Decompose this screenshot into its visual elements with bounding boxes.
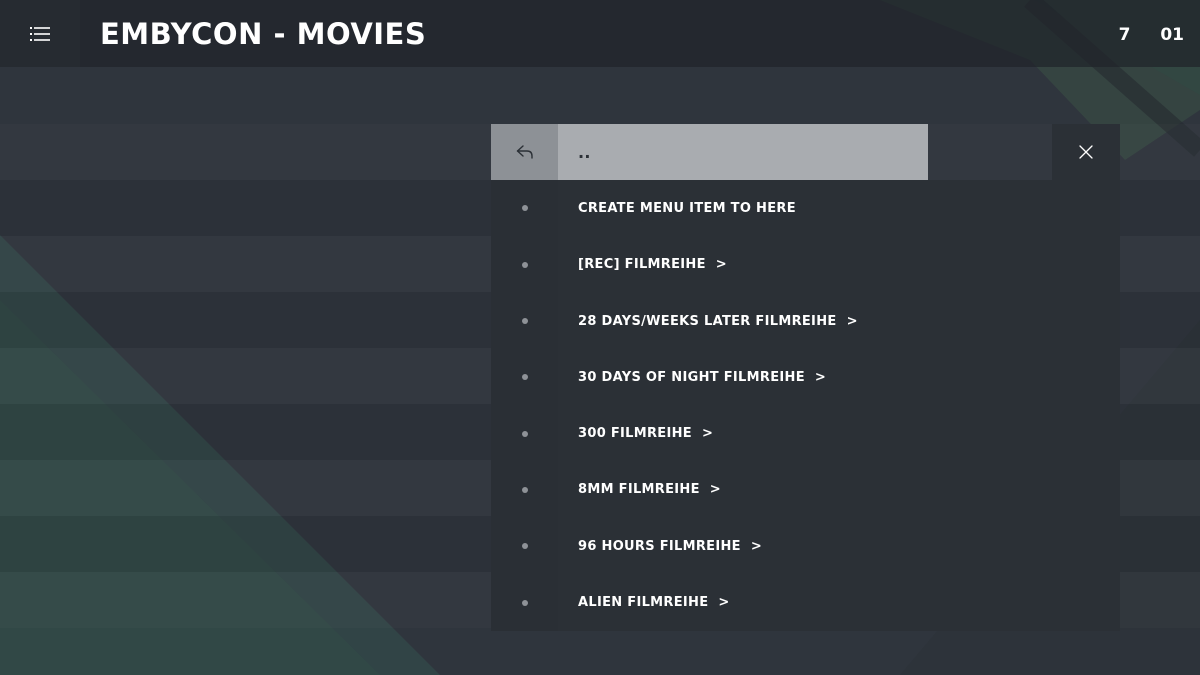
- chevron-right-icon: >: [750, 538, 763, 554]
- list-item-label: ALIEN FILMREIHE: [578, 595, 709, 611]
- list-item[interactable]: 28 DAYS/WEEKS LATER FILMREIHE >: [491, 292, 1120, 350]
- menu-button[interactable]: [0, 0, 80, 67]
- page-title: EMBYCON - MOVIES: [100, 17, 427, 51]
- list-item[interactable]: 30 DAYS OF NIGHT FILMREIHE >: [491, 349, 1120, 406]
- chevron-right-icon: >: [715, 257, 727, 273]
- clock: 7 01: [1119, 20, 1184, 50]
- parent-folder-icon-cell: [491, 124, 558, 181]
- chevron-right-icon: >: [814, 369, 827, 385]
- bullet-icon: [521, 543, 528, 550]
- list-item-label: 30 DAYS OF NIGHT FILMREIHE: [578, 369, 805, 385]
- list-item[interactable]: 96 HOURS FILMREIHE >: [491, 518, 1120, 575]
- back-arrow-icon: [516, 145, 533, 159]
- chevron-right-icon: >: [709, 482, 721, 498]
- parent-folder-row[interactable]: ..: [491, 124, 1120, 181]
- parent-folder-label: ..: [558, 124, 928, 181]
- list-item-label: 8MM FILMREIHE: [578, 482, 700, 498]
- list-item-label: 96 HOURS FILMREIHE: [578, 538, 741, 554]
- chevron-right-icon: >: [702, 426, 714, 442]
- list-item[interactable]: CREATE MENU ITEM TO HERE: [491, 180, 1120, 237]
- list-item-label: 300 FILMREIHE: [578, 426, 692, 442]
- clock-hours: 7: [1118, 25, 1131, 45]
- bullet-icon: [521, 430, 528, 437]
- close-button[interactable]: [1052, 124, 1120, 181]
- bullet-icon: [521, 261, 528, 268]
- list-item[interactable]: 300 FILMREIHE >: [491, 405, 1120, 462]
- bullet-icon: [521, 599, 528, 606]
- list-item-label: 28 DAYS/WEEKS LATER FILMREIHE: [578, 313, 837, 329]
- clock-minutes: 01: [1160, 25, 1184, 45]
- bullet-icon: [521, 318, 528, 325]
- chevron-right-icon: >: [718, 595, 730, 611]
- bullet-icon: [521, 205, 528, 212]
- list-icon: [30, 26, 50, 41]
- close-icon: [1079, 145, 1093, 159]
- screen: EMBYCON - MOVIES 7 01 .. CREATE MENU ITE…: [0, 0, 1200, 675]
- top-bar: EMBYCON - MOVIES 7 01: [0, 0, 1200, 67]
- chevron-right-icon: >: [846, 313, 858, 329]
- bullet-icon: [521, 374, 528, 381]
- list-item-label: CREATE MENU ITEM TO HERE: [578, 200, 796, 216]
- list-item[interactable]: [REC] FILMREIHE >: [491, 236, 1120, 293]
- bullet-icon: [521, 486, 528, 493]
- folder-browser-list: .. CREATE MENU ITEM TO HERE [REC] FILMRE…: [491, 124, 1120, 631]
- list-item[interactable]: 8MM FILMREIHE >: [491, 461, 1120, 519]
- list-item[interactable]: ALIEN FILMREIHE >: [491, 574, 1120, 631]
- list-item-label: [REC] FILMREIHE: [578, 257, 706, 273]
